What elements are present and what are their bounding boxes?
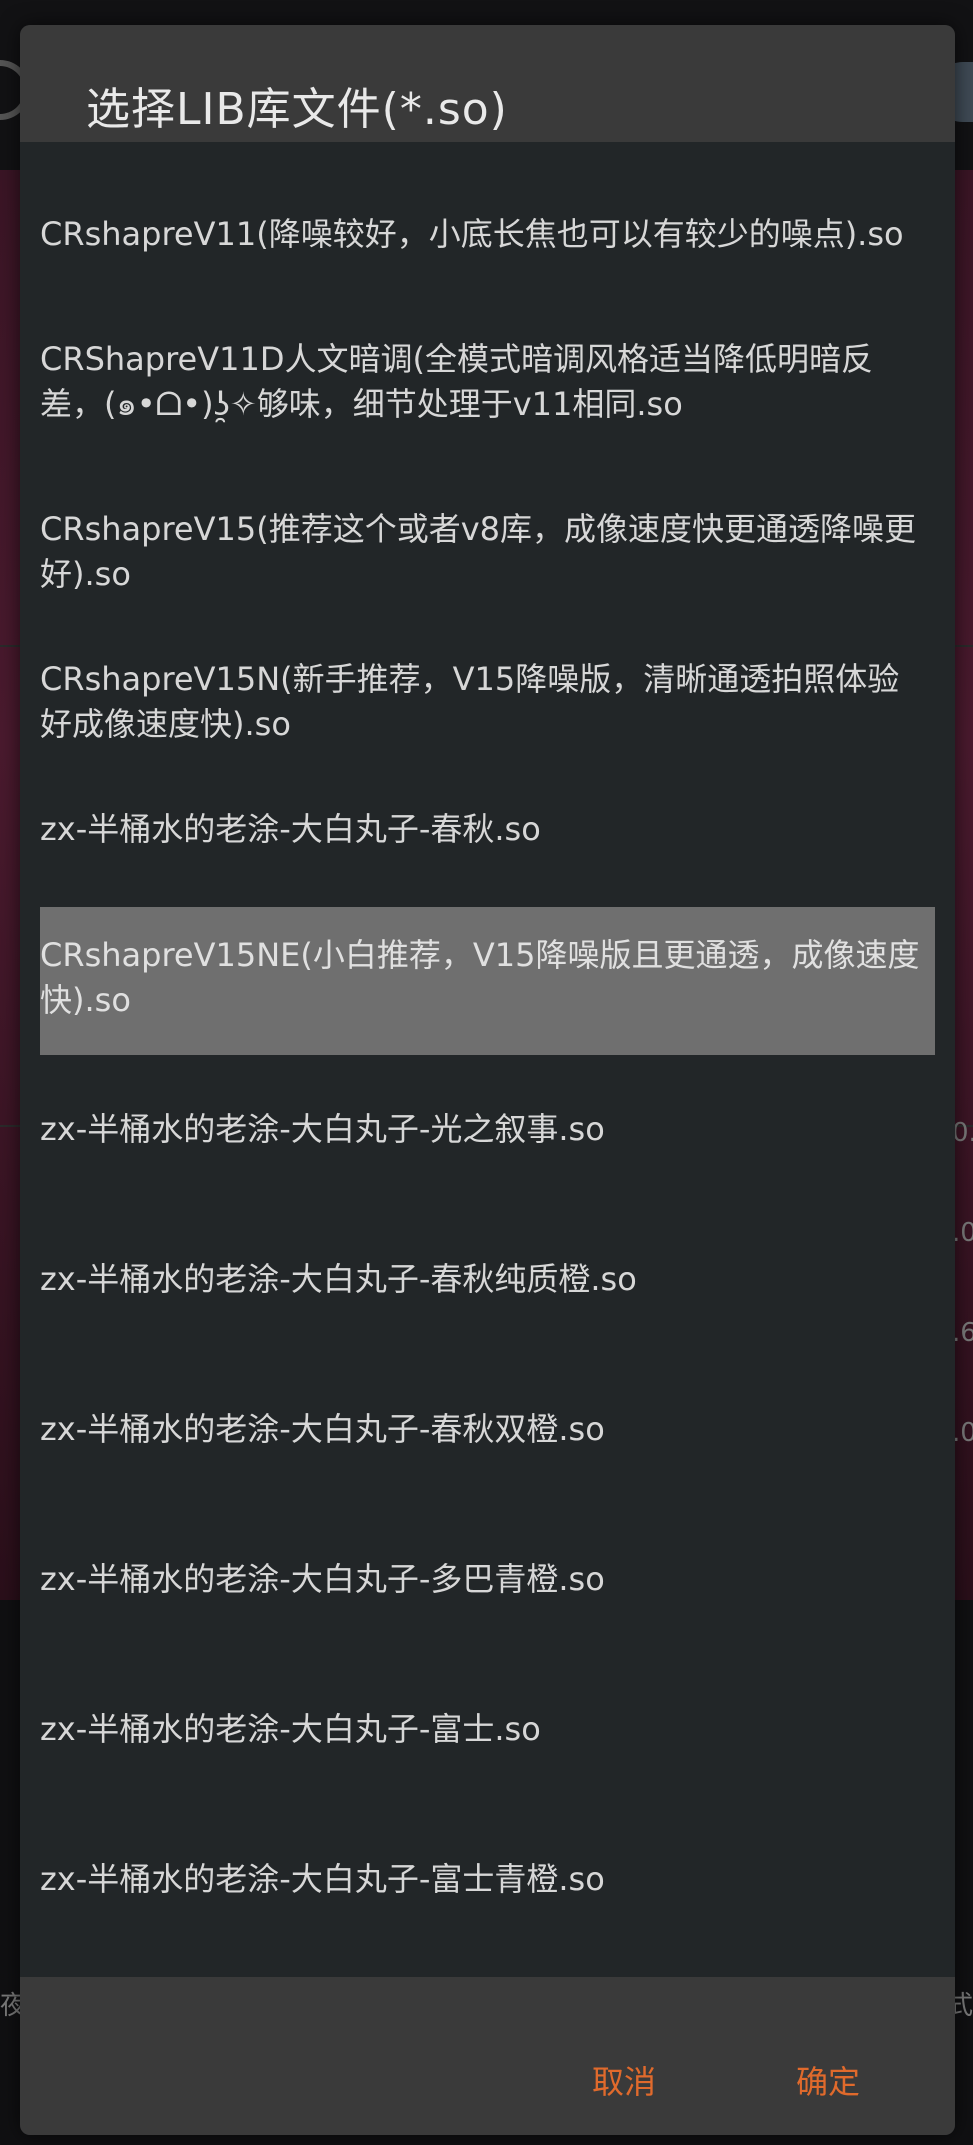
list-item-label: zx-半桶水的老涂-大白丸子-多巴青橙.so <box>40 1560 605 1598</box>
background-value: 0.3 <box>952 1118 973 1148</box>
list-item-label: CRshapreV15(推荐这个或者v8库，成像速度快更通透降噪更好).so <box>40 510 916 593</box>
background-value: .0 <box>952 1418 973 1448</box>
list-item[interactable]: CRshapreV11(降噪较好，小底长焦也可以有较少的噪点).so <box>40 212 935 257</box>
dialog-header: 选择LIB库文件(*.so) <box>20 25 955 142</box>
list-item[interactable]: zx-半桶水的老涂-大白丸子-春秋双橙.so <box>40 1407 935 1452</box>
list-item-label: zx-半桶水的老涂-大白丸子-富士.so <box>40 1710 541 1748</box>
list-item-label: zx-半桶水的老涂-大白丸子-富士青橙.so <box>40 1860 605 1898</box>
list-item-label: zx-半桶水的老涂-大白丸子-春秋双橙.so <box>40 1410 605 1448</box>
list-item[interactable]: zx-半桶水的老涂-大白丸子-春秋.so <box>40 807 935 852</box>
list-item[interactable]: zx-半桶水的老涂-大白丸子-光之叙事.so <box>40 1107 935 1152</box>
lib-select-dialog: 选择LIB库文件(*.so) CRshapreV11(降噪较好，小底长焦也可以有… <box>20 25 955 2135</box>
cancel-button[interactable]: 取消 <box>592 2057 656 2103</box>
list-item-label: CRshapreV15NE(小白推荐，V15降噪版且更通透，成像速度快).so <box>40 936 920 1019</box>
confirm-button[interactable]: 确定 <box>796 2057 860 2103</box>
background-value: .6 <box>952 1318 973 1348</box>
list-item[interactable]: zx-半桶水的老涂-大白丸子-春秋纯质橙.so <box>40 1257 935 1302</box>
dialog-footer: 取消 确定 <box>20 1977 955 2135</box>
list-item-label: zx-半桶水的老涂-大白丸子-春秋.so <box>40 810 541 848</box>
list-item-label: CRshapreV11(降噪较好，小底长焦也可以有较少的噪点).so <box>40 215 904 253</box>
list-item[interactable]: CRShapreV11D人文暗调(全模式暗调风格适当降低明暗反差，(๑•ᗝ•)ʖ… <box>40 337 935 427</box>
list-item-label: CRShapreV11D人文暗调(全模式暗调风格适当降低明暗反差，(๑•ᗝ•)ʖ… <box>40 340 873 423</box>
list-item-label: zx-半桶水的老涂-大白丸子-春秋纯质橙.so <box>40 1260 637 1298</box>
list-item-selected[interactable]: CRshapreV15NE(小白推荐，V15降噪版且更通透，成像速度快).so <box>40 907 935 1055</box>
list-item[interactable]: CRshapreV15(推荐这个或者v8库，成像速度快更通透降噪更好).so <box>40 507 935 597</box>
list-item-label: CRshapreV15N(新手推荐，V15降噪版，清晰通透拍照体验好成像速度快)… <box>40 660 900 743</box>
list-item-label: zx-半桶水的老涂-大白丸子-光之叙事.so <box>40 1110 605 1148</box>
list-item[interactable]: zx-半桶水的老涂-大白丸子-多巴青橙.so <box>40 1557 935 1602</box>
list-item[interactable]: zx-半桶水的老涂-大白丸子-富士.so <box>40 1707 935 1752</box>
list-item[interactable]: zx-半桶水的老涂-大白丸子-富士青橙.so <box>40 1857 935 1902</box>
background-value: .0 <box>952 1218 973 1248</box>
dialog-title: 选择LIB库文件(*.so) <box>86 84 508 135</box>
list-item[interactable]: CRshapreV15N(新手推荐，V15降噪版，清晰通透拍照体验好成像速度快)… <box>40 657 935 747</box>
